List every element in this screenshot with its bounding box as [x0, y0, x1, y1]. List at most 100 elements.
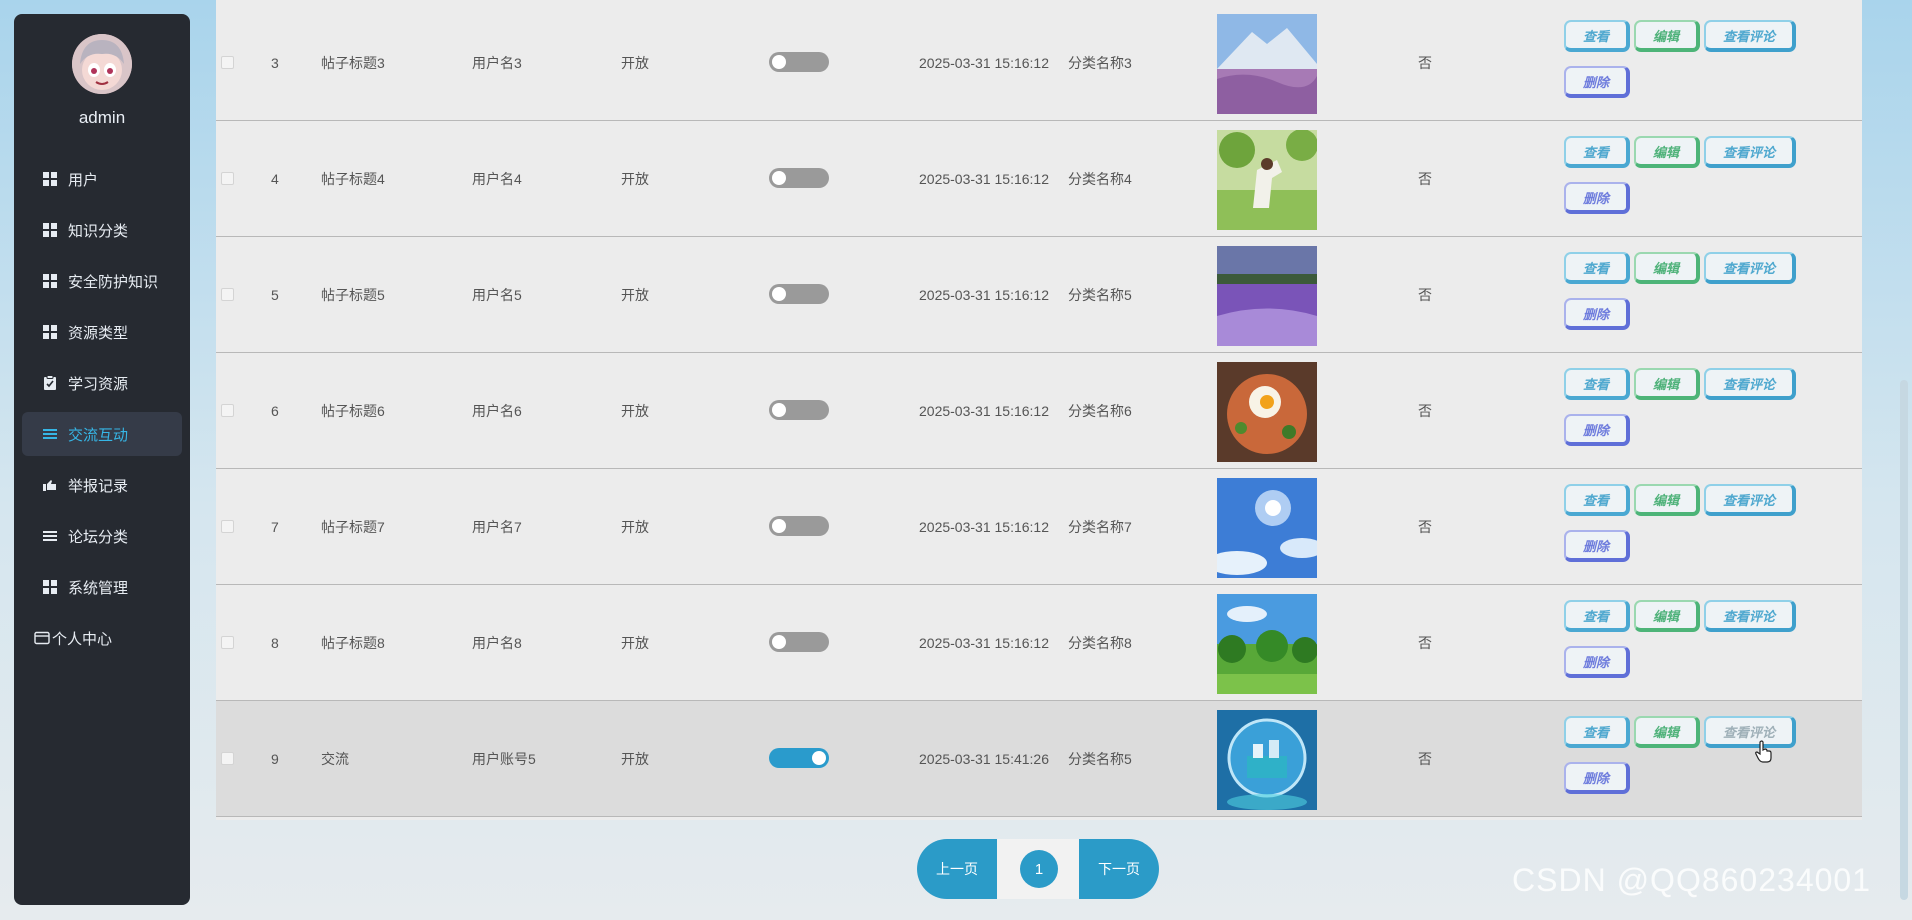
view-button[interactable]: 查看 — [1564, 252, 1630, 284]
delete-button[interactable]: 删除 — [1564, 182, 1630, 214]
sidebar: admin 用户 知识分类 安全防护知识 资源类型 学习资源 交流互动 举报记录… — [14, 14, 190, 905]
cell-id: 3 — [271, 54, 279, 71]
sidebar-item-label: 个人中心 — [52, 629, 113, 648]
sidebar-item-label: 用户 — [68, 170, 99, 189]
delete-button[interactable]: 删除 — [1564, 530, 1630, 562]
edit-button[interactable]: 编辑 — [1634, 136, 1700, 168]
pasta-egg-photo[interactable] — [1217, 362, 1317, 462]
toggle-switch[interactable] — [769, 516, 829, 536]
delete-button[interactable]: 删除 — [1564, 298, 1630, 330]
row-checkbox[interactable] — [221, 56, 234, 69]
delete-button[interactable]: 删除 — [1564, 646, 1630, 678]
list-icon — [42, 528, 58, 544]
view-comments-button[interactable]: 查看评论 — [1704, 484, 1796, 516]
sidebar-item-label: 资源类型 — [68, 323, 129, 342]
edit-button[interactable]: 编辑 — [1634, 484, 1700, 516]
delete-button[interactable]: 删除 — [1564, 762, 1630, 794]
toggle-switch[interactable] — [769, 168, 829, 188]
cell-user: 用户名6 — [472, 402, 522, 419]
sidebar-item-resource-type[interactable]: 资源类型 — [22, 310, 182, 354]
table-row: 3 帖子标题3 用户名3 开放 2025-03-31 15:16:12 分类名称… — [216, 5, 1862, 121]
view-button[interactable]: 查看 — [1564, 368, 1630, 400]
grid-icon — [42, 579, 58, 595]
sidebar-item-label: 学习资源 — [68, 374, 129, 393]
table-row: 4 帖子标题4 用户名4 开放 2025-03-31 15:16:12 分类名称… — [216, 121, 1862, 237]
cell-flag: 否 — [1418, 750, 1432, 767]
blue-sky-sun-photo[interactable] — [1217, 478, 1317, 578]
cell-status: 开放 — [621, 634, 649, 651]
cell-title: 交流 — [321, 750, 349, 767]
sidebar-item-forum-category[interactable]: 论坛分类 — [22, 514, 182, 558]
row-checkbox[interactable] — [221, 752, 234, 765]
sidebar-item-security-knowledge[interactable]: 安全防护知识 — [22, 259, 182, 303]
sidebar-item-report-records[interactable]: 举报记录 — [22, 463, 182, 507]
avatar[interactable] — [72, 34, 132, 94]
view-comments-button[interactable]: 查看评论 — [1704, 716, 1796, 748]
cell-title: 帖子标题7 — [321, 518, 385, 535]
sidebar-item-communication[interactable]: 交流互动 — [22, 412, 182, 456]
view-comments-button[interactable]: 查看评论 — [1704, 20, 1796, 52]
sidebar-item-knowledge-category[interactable]: 知识分类 — [22, 208, 182, 252]
sidebar-item-personal-center[interactable]: 个人中心 — [22, 616, 182, 660]
scrollbar-thumb[interactable] — [1900, 380, 1908, 900]
row-checkbox[interactable] — [221, 172, 234, 185]
delete-button[interactable]: 删除 — [1564, 66, 1630, 98]
cell-time: 2025-03-31 15:16:12 — [919, 402, 1049, 419]
toggle-knob — [772, 55, 786, 69]
meadow-trees-photo[interactable] — [1217, 594, 1317, 694]
view-comments-button[interactable]: 查看评论 — [1704, 136, 1796, 168]
girl-on-grass-photo[interactable] — [1217, 130, 1317, 230]
grid-icon — [42, 171, 58, 187]
cell-title: 帖子标题6 — [321, 402, 385, 419]
page-number-button[interactable]: 1 — [1020, 850, 1058, 888]
row-checkbox[interactable] — [221, 404, 234, 417]
globe-city-photo[interactable] — [1217, 710, 1317, 810]
row-checkbox[interactable] — [221, 636, 234, 649]
toggle-switch[interactable] — [769, 52, 829, 72]
toggle-knob — [772, 519, 786, 533]
sidebar-item-system-management[interactable]: 系统管理 — [22, 565, 182, 609]
cell-flag: 否 — [1418, 170, 1432, 187]
edit-button[interactable]: 编辑 — [1634, 252, 1700, 284]
grid-icon — [42, 324, 58, 340]
row-checkbox[interactable] — [221, 520, 234, 533]
lavender-field-photo[interactable] — [1217, 246, 1317, 346]
mountain-flowers-photo[interactable] — [1217, 14, 1317, 114]
sidebar-item-users[interactable]: 用户 — [22, 157, 182, 201]
prev-page-button[interactable]: 上一页 — [917, 839, 997, 899]
cell-status: 开放 — [621, 286, 649, 303]
toggle-switch[interactable] — [769, 632, 829, 652]
toggle-knob — [772, 635, 786, 649]
row-checkbox[interactable] — [221, 288, 234, 301]
toggle-switch[interactable] — [769, 748, 829, 768]
next-page-button[interactable]: 下一页 — [1079, 839, 1159, 899]
cell-category: 分类名称4 — [1068, 170, 1132, 187]
username: admin — [78, 108, 126, 127]
edit-button[interactable]: 编辑 — [1634, 368, 1700, 400]
sidebar-item-label: 论坛分类 — [68, 527, 129, 546]
view-comments-button[interactable]: 查看评论 — [1704, 368, 1796, 400]
toggle-switch[interactable] — [769, 284, 829, 304]
edit-button[interactable]: 编辑 — [1634, 20, 1700, 52]
cell-category: 分类名称5 — [1068, 750, 1132, 767]
view-comments-button[interactable]: 查看评论 — [1704, 600, 1796, 632]
edit-button[interactable]: 编辑 — [1634, 600, 1700, 632]
view-button[interactable]: 查看 — [1564, 484, 1630, 516]
toggle-switch[interactable] — [769, 400, 829, 420]
edit-button[interactable]: 编辑 — [1634, 716, 1700, 748]
cell-title: 帖子标题4 — [321, 170, 385, 187]
view-button[interactable]: 查看 — [1564, 20, 1630, 52]
delete-button[interactable]: 删除 — [1564, 414, 1630, 446]
hand-cursor-icon — [1754, 740, 1774, 764]
view-button[interactable]: 查看 — [1564, 716, 1630, 748]
sidebar-item-learning-resources[interactable]: 学习资源 — [22, 361, 182, 405]
cell-title: 帖子标题5 — [321, 286, 385, 303]
cell-user: 用户名3 — [472, 54, 522, 71]
view-button[interactable]: 查看 — [1564, 600, 1630, 632]
hand-icon — [42, 477, 58, 493]
toggle-knob — [772, 171, 786, 185]
cell-user: 用户账号5 — [472, 750, 536, 767]
view-comments-button[interactable]: 查看评论 — [1704, 252, 1796, 284]
view-button[interactable]: 查看 — [1564, 136, 1630, 168]
cell-status: 开放 — [621, 750, 649, 767]
